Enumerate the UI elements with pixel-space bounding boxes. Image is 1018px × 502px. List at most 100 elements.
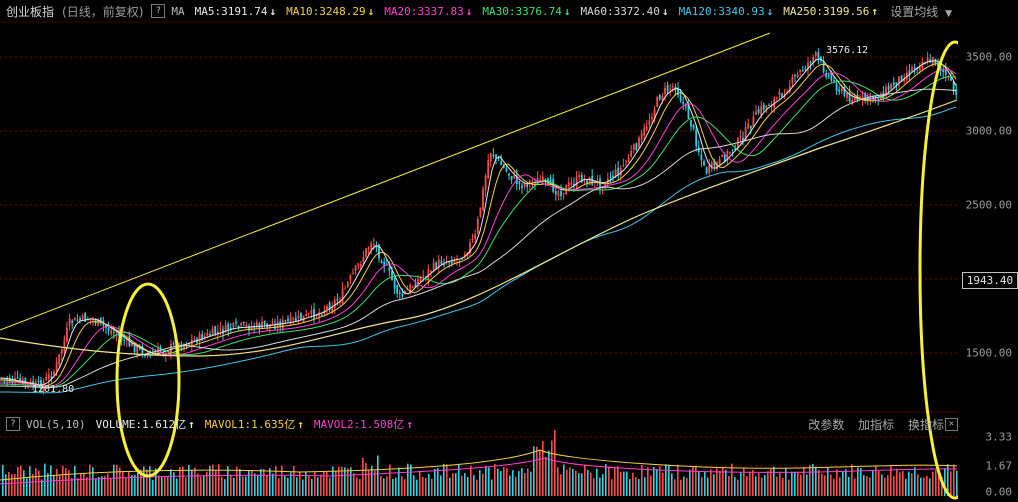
switch-indicator-button[interactable]: 换指标 (908, 418, 944, 432)
volume-indicator-label: VOL(5,10) (26, 417, 86, 431)
candle-body (859, 96, 861, 98)
candle-body (305, 313, 308, 316)
volume-bar (461, 475, 463, 496)
volume-bar (8, 472, 10, 496)
candle-body (471, 238, 474, 240)
volume-bar (284, 476, 286, 496)
volume-help-button[interactable]: ? (6, 417, 20, 431)
volume-bar (362, 457, 364, 496)
volume-bar (47, 473, 49, 496)
volume-bar (617, 466, 619, 496)
volume-bar (428, 473, 430, 496)
volume-bar (839, 477, 841, 496)
volume-bar (548, 450, 550, 496)
vol-item: MAVOL2:1.508亿 ↑ (314, 418, 413, 431)
volume-bar (677, 464, 679, 496)
volume-bar (371, 465, 373, 496)
volume-bar (152, 479, 154, 496)
candle-body (396, 285, 399, 294)
candle-body (229, 327, 232, 329)
volume-bar (44, 463, 46, 496)
volume-bar (800, 474, 802, 496)
candle-body (791, 76, 794, 84)
volume-bar (320, 474, 322, 496)
volume-bar (5, 474, 7, 496)
volume-bar (914, 467, 916, 496)
candle-body (908, 70, 911, 74)
volume-bar (512, 470, 514, 496)
candle-body (671, 86, 674, 88)
candle-body (622, 164, 625, 166)
volume-bar (446, 464, 448, 496)
volume-bar (878, 470, 880, 496)
candle-body (443, 264, 445, 266)
volume-bar (224, 479, 226, 496)
volume-bar (653, 466, 655, 496)
candle-body (209, 333, 211, 336)
volume-bar (575, 470, 577, 496)
volume-bar (170, 469, 172, 496)
volume-bar (146, 469, 148, 496)
price-tick: 2500.00 (965, 198, 1012, 212)
volume-bar (302, 479, 304, 496)
volume-bar (62, 465, 64, 496)
volume-bar (125, 477, 127, 496)
candle-body (14, 377, 16, 380)
candle-body (482, 188, 484, 211)
candle-body (110, 330, 113, 334)
candle-body (557, 191, 560, 197)
volume-bar (623, 471, 625, 496)
volume-bar (506, 468, 508, 496)
volume-bar (803, 466, 805, 496)
volume-bar (365, 463, 367, 496)
candle-body (684, 105, 687, 107)
close-icon[interactable]: ✕ (945, 418, 958, 431)
add-indicator-button[interactable]: 加指标 (858, 418, 894, 432)
volume-bar (875, 465, 877, 496)
candle-body (344, 288, 347, 290)
volume-bar (104, 475, 106, 496)
candle-body (541, 176, 544, 181)
volume-bar (350, 467, 352, 496)
candle-body (609, 177, 612, 179)
volume-bar (317, 477, 319, 496)
volume-bar (233, 477, 235, 496)
volume-bar (587, 469, 589, 496)
candle-body (749, 125, 752, 129)
volume-bar (626, 471, 628, 496)
volume-bar (395, 477, 397, 496)
volume-bar (89, 464, 91, 496)
volume-bar (920, 477, 922, 496)
candle-body (107, 327, 110, 331)
volume-bar (164, 476, 166, 496)
volume-bar (698, 470, 700, 496)
volume-bar (398, 467, 400, 496)
volume-bar (323, 471, 325, 496)
candle-body (638, 137, 640, 149)
volume-bar (26, 478, 28, 496)
candle-body (887, 85, 890, 90)
candle-body (232, 322, 235, 328)
candle-body (365, 248, 367, 257)
edit-params-button[interactable]: 改参数 (808, 418, 844, 432)
candle-body (838, 89, 841, 92)
volume-bar (344, 467, 346, 496)
candle-body (310, 310, 313, 314)
volume-bar (470, 465, 472, 496)
candle-body (645, 126, 648, 130)
candle-body (357, 263, 360, 266)
candle-body (427, 269, 430, 279)
candle-body (198, 333, 201, 342)
candle-body (172, 343, 175, 345)
volume-bar (533, 446, 535, 496)
candle-body (422, 275, 425, 277)
volume-bar (419, 470, 421, 496)
volume-bar (203, 475, 205, 496)
volume-bar (71, 477, 73, 496)
candle-body (539, 179, 542, 181)
volume-bar (116, 464, 118, 496)
volume-bar (98, 477, 100, 496)
volume-tick: 1.67 (985, 459, 1013, 473)
volume-bar (38, 470, 40, 496)
volume-bar (311, 478, 313, 496)
